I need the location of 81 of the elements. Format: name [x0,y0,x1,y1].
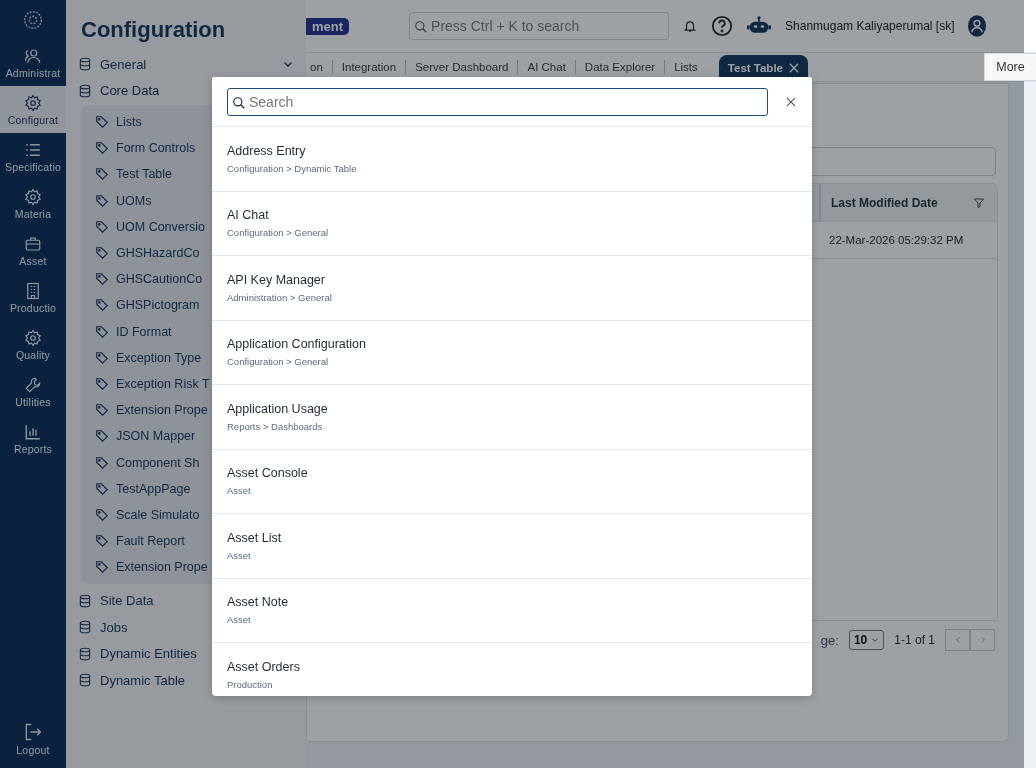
gear-icon [24,328,42,347]
database-icon [78,83,92,98]
logout-icon [23,721,43,742]
rail-item[interactable]: Configurat [0,86,66,133]
page-size-select[interactable]: 10 [848,630,885,650]
tag-icon [95,141,109,156]
page-size-label: ge: [820,632,839,648]
chevron-left-icon [953,636,962,644]
gear-icon [24,187,42,206]
search-result[interactable]: Application Configuration Configuration > General [212,320,812,385]
gear-icon [24,93,42,112]
search-field[interactable]: Search [227,88,768,116]
caret-icon [871,636,880,644]
tag-icon [95,193,109,208]
chevron-right-icon [978,636,987,644]
tag-icon [95,455,109,470]
tag-icon [95,298,109,313]
rail-item[interactable]: Materia [0,180,66,227]
building-icon [24,281,42,300]
search-result[interactable]: API Key Manager Administration > General [212,256,812,321]
search-result[interactable]: Asset Console Asset [212,449,812,514]
tag-icon [95,167,109,182]
filter-icon[interactable] [973,196,985,209]
search-icon [414,20,429,34]
tag-icon [95,246,109,261]
tag-icon [95,219,109,234]
search-result[interactable]: Asset Note Asset [212,578,812,643]
tag-icon [95,481,109,496]
users-icon [24,46,42,65]
wrench-icon [24,375,42,394]
rail-item[interactable]: Utilities [0,368,66,415]
panel-title: Configuration [81,17,227,43]
more-button[interactable]: More [984,53,1036,81]
chart-icon [24,422,42,441]
close-icon[interactable] [786,97,796,107]
help-icon[interactable] [711,15,734,37]
bell-icon[interactable] [683,19,698,33]
search-result[interactable]: Asset List Asset [212,514,812,579]
tab[interactable]: AI Chat [518,54,575,80]
group-item[interactable]: General [76,51,306,78]
database-icon [78,673,92,688]
tag-icon [95,115,109,130]
rail-item[interactable]: Productio [0,274,66,321]
tag-icon [95,429,109,444]
rail-item[interactable]: Administrat [0,39,66,86]
rail-item[interactable]: Reports [0,415,66,462]
environment-badge: ment [306,17,350,35]
user-name: Shanmugam Kaliyaperumal [sk] [785,19,955,33]
tab[interactable]: Data Explorer [575,54,665,80]
logout-button[interactable]: Logout [0,715,66,762]
tag-icon [95,560,109,575]
search-result[interactable]: Asset Orders Production [212,643,812,696]
search-result[interactable]: Address Entry Configuration > Dynamic Table [212,127,812,192]
tab[interactable]: Lists [665,54,707,80]
tag-icon [95,376,109,391]
global-search-field[interactable]: Press Ctrl + K to search [409,12,670,40]
database-icon [78,646,92,661]
logo-icon [22,9,44,31]
database-icon [78,620,92,635]
briefcase-icon [24,234,42,253]
table-cell-text: 22-Mar-2026 05:29:32 PM [828,233,965,248]
tag-icon [95,272,109,287]
avatar-icon[interactable] [968,15,987,37]
tab[interactable]: Server Dashboard [406,54,518,80]
tag-icon [95,350,109,365]
rail-item[interactable]: Asset [0,227,66,274]
search-icon [232,96,246,110]
search-result[interactable]: AI Chat Configuration > General [212,191,812,256]
tag-icon [95,534,109,549]
tag-icon [95,403,109,418]
search-result[interactable]: Application Usage Reports > Dashboards [212,385,812,450]
rail-item[interactable]: Specificatio [0,133,66,180]
rail-item[interactable]: Quality [0,321,66,368]
database-icon [78,593,92,608]
tab[interactable]: Integration [332,54,406,80]
database-icon [78,57,92,72]
page-range: 1-1 of 1 [894,633,935,647]
column-header[interactable]: Last Modified Date [819,184,997,221]
tag-icon [95,324,109,339]
tag-icon [95,507,109,522]
tab[interactable]: on [306,54,332,80]
